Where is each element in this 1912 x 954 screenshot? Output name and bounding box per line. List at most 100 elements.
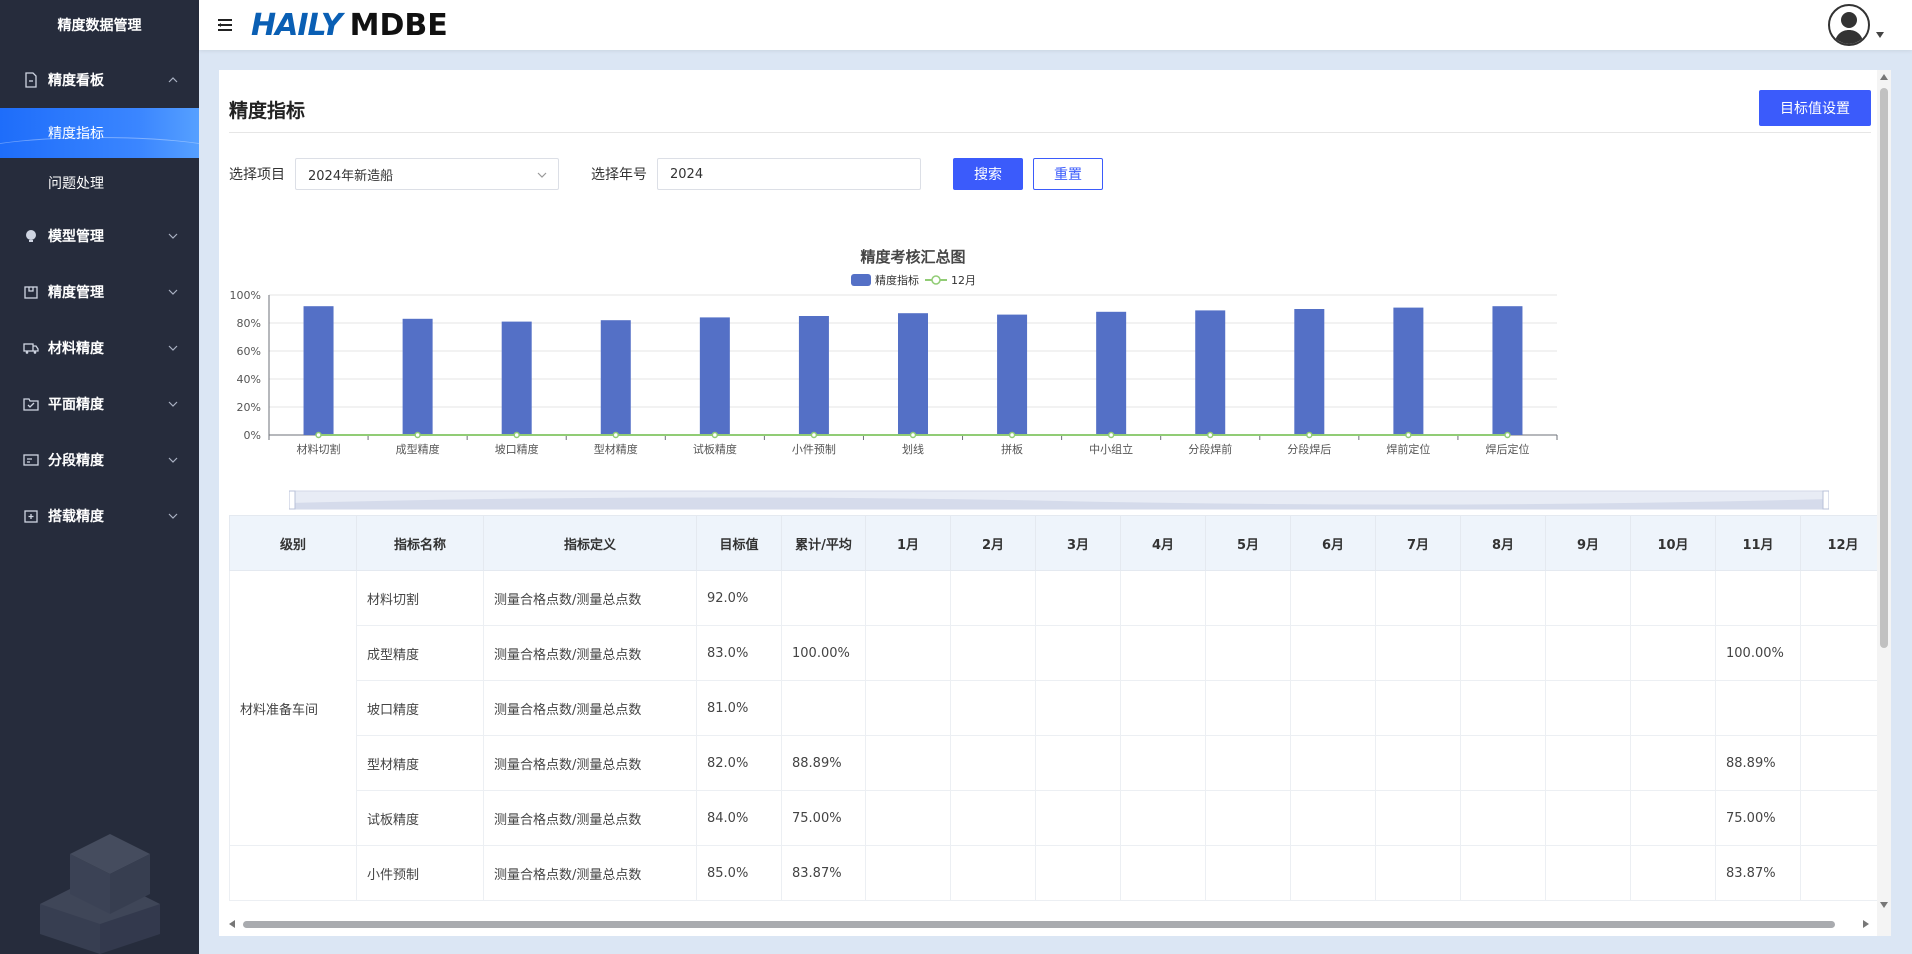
year-input[interactable] bbox=[657, 158, 921, 190]
scroll-left-icon[interactable] bbox=[229, 920, 235, 928]
y-tick-label: 0% bbox=[244, 429, 261, 442]
logo-mdbe: MDBE bbox=[349, 7, 448, 43]
month-cell bbox=[1545, 680, 1631, 736]
chevron-down-icon bbox=[168, 457, 178, 463]
bar bbox=[898, 313, 928, 435]
table-row: 坡口精度 测量合格点数/测量总点数 81.0% bbox=[230, 680, 1881, 736]
x-tick-label: 材料切割 bbox=[297, 442, 341, 456]
target-setting-button[interactable]: 目标值设置 bbox=[1759, 90, 1871, 126]
name-cell: 型材精度 bbox=[356, 735, 484, 791]
month-cell bbox=[1800, 680, 1881, 736]
sidebar-item-label: 分段精度 bbox=[48, 453, 104, 469]
sidebar-subitem-issue-handling[interactable]: 问题处理 bbox=[0, 158, 199, 208]
month-cell bbox=[1800, 790, 1881, 846]
column-header: 2月 bbox=[950, 515, 1036, 571]
sidebar-item-label: 精度看板 bbox=[48, 73, 104, 89]
month-cell bbox=[1205, 680, 1291, 736]
line-point bbox=[1107, 431, 1115, 439]
month-cell bbox=[865, 570, 951, 626]
scroll-right-icon[interactable] bbox=[1863, 920, 1869, 928]
column-header: 指标定义 bbox=[483, 515, 697, 571]
month-cell bbox=[1205, 845, 1291, 901]
vertical-scroll-thumb[interactable] bbox=[1880, 88, 1888, 648]
month-cell bbox=[865, 680, 951, 736]
horizontal-scrollbar[interactable] bbox=[229, 918, 1869, 930]
project-select[interactable]: 2024年新造船 bbox=[295, 158, 559, 190]
bar bbox=[1294, 309, 1325, 435]
zoom-slider[interactable] bbox=[289, 489, 1829, 511]
month-cell bbox=[1290, 570, 1376, 626]
month-cell bbox=[1205, 790, 1291, 846]
project-label: 选择项目 bbox=[229, 167, 285, 183]
sidebar-item-plane[interactable]: 平面精度 bbox=[0, 376, 199, 432]
table-row: 型材精度 测量合格点数/测量总点数 82.0% 88.89% 88.89% bbox=[230, 735, 1881, 791]
sidebar-item-precision-mgmt[interactable]: 精度管理 bbox=[0, 264, 199, 320]
x-tick-label: 焊前定位 bbox=[1386, 442, 1430, 456]
caret-down-icon[interactable] bbox=[1876, 32, 1884, 38]
month-cell bbox=[1120, 845, 1206, 901]
logo[interactable]: HAILY MDBE bbox=[251, 0, 448, 50]
bar bbox=[600, 320, 631, 435]
month-cell bbox=[1800, 845, 1881, 901]
logo-haily: HAILY bbox=[251, 7, 343, 43]
sidebar-item-label: 平面精度 bbox=[48, 397, 104, 413]
target-cell: 85.0% bbox=[696, 845, 782, 901]
column-header: 指标名称 bbox=[356, 515, 484, 571]
legend-label: 12月 bbox=[951, 274, 976, 287]
user-avatar[interactable] bbox=[1828, 4, 1870, 46]
month-cell bbox=[1205, 625, 1291, 681]
sidebar-item-model[interactable]: 模型管理 bbox=[0, 208, 199, 264]
line-point bbox=[909, 431, 917, 439]
month-cell: 83.87% bbox=[1715, 845, 1801, 901]
chart-title: 精度考核汇总图 bbox=[860, 248, 965, 266]
sidebar-subitem-precision-index[interactable]: 精度指标 bbox=[0, 108, 199, 158]
month-cell bbox=[1290, 735, 1376, 791]
sidebar-item-segment[interactable]: 分段精度 bbox=[0, 432, 199, 488]
project-select-value: 2024年新造船 bbox=[308, 168, 394, 184]
line-point bbox=[1306, 431, 1313, 439]
sidebar-item-material[interactable]: 材料精度 bbox=[0, 320, 199, 376]
reset-button[interactable]: 重置 bbox=[1033, 158, 1103, 190]
cumulative-cell: 100.00% bbox=[781, 625, 866, 681]
sidebar-item-dashboard[interactable]: 精度看板 bbox=[0, 52, 199, 108]
column-header: 7月 bbox=[1375, 515, 1461, 571]
card-icon bbox=[22, 451, 40, 469]
x-tick-label: 拼板 bbox=[1001, 442, 1023, 456]
hamburger-menu-icon[interactable] bbox=[215, 15, 235, 35]
line-point bbox=[1405, 431, 1412, 439]
vertical-scrollbar[interactable] bbox=[1877, 70, 1891, 936]
cumulative-cell: 75.00% bbox=[781, 790, 866, 846]
line-point bbox=[414, 431, 421, 439]
month-cell bbox=[950, 570, 1036, 626]
x-tick-label: 成型精度 bbox=[396, 442, 440, 456]
bulb-icon bbox=[22, 227, 40, 245]
column-header: 目标值 bbox=[696, 515, 782, 571]
column-header: 级别 bbox=[229, 515, 357, 571]
month-cell bbox=[1460, 625, 1546, 681]
line-point bbox=[612, 431, 620, 439]
column-header: 9月 bbox=[1545, 515, 1631, 571]
month-cell bbox=[1715, 680, 1801, 736]
x-tick-label: 试板精度 bbox=[693, 442, 737, 456]
month-cell bbox=[1800, 570, 1881, 626]
search-button[interactable]: 搜索 bbox=[953, 158, 1023, 190]
table-row: 试板精度 测量合格点数/测量总点数 84.0% 75.00% 75.00% bbox=[230, 790, 1881, 846]
month-cell bbox=[1630, 790, 1716, 846]
sidebar-item-label: 模型管理 bbox=[48, 229, 104, 245]
cumulative-cell bbox=[781, 680, 866, 736]
month-cell bbox=[1120, 790, 1206, 846]
y-tick-label: 20% bbox=[237, 401, 261, 414]
scroll-up-icon[interactable] bbox=[1880, 74, 1888, 80]
page-title: 精度指标 bbox=[229, 100, 306, 122]
x-tick-label: 划线 bbox=[902, 442, 924, 456]
line-point bbox=[1008, 431, 1016, 439]
column-header: 3月 bbox=[1035, 515, 1121, 571]
main-card: 精度指标 目标值设置 选择项目 2024年新造船 选择年号 搜索 重置 精度考核… bbox=[219, 70, 1891, 936]
horizontal-scroll-thumb[interactable] bbox=[243, 921, 1835, 928]
sidebar-item-loading[interactable]: 搭载精度 bbox=[0, 488, 199, 544]
scroll-down-icon[interactable] bbox=[1880, 902, 1888, 908]
sidebar-subitem-label: 精度指标 bbox=[48, 126, 104, 142]
x-tick-label: 焊后定位 bbox=[1485, 442, 1529, 456]
column-header: 8月 bbox=[1460, 515, 1546, 571]
data-table: 级别 指标名称 指标定义 目标值 累计/平均 1月 2月 3月 4月 5月 6月… bbox=[229, 515, 1881, 901]
